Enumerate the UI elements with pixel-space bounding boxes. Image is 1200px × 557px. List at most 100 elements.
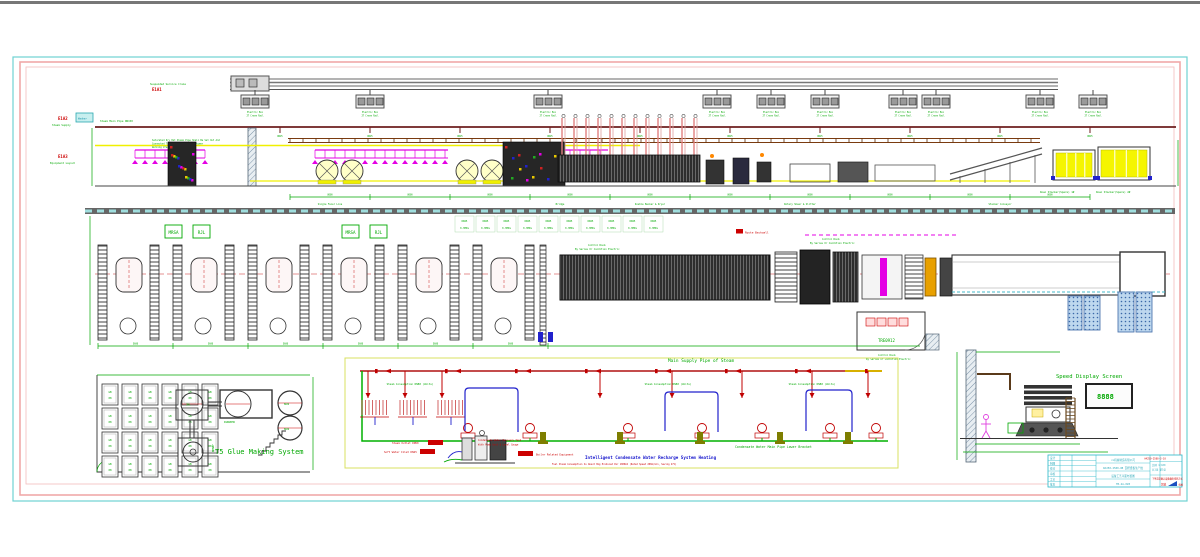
hanger-unit: Electric Box2T Crane Rail — [889, 90, 917, 118]
table-cell: 0.3MPa — [523, 227, 532, 230]
condensate-pump — [523, 424, 537, 442]
mrs-box: MRSA — [342, 225, 359, 238]
title-block-role: 设计 — [1050, 456, 1056, 460]
building-column — [248, 128, 256, 186]
hanger-unit: Electric Box2T Crane Rail — [1079, 90, 1107, 118]
hanger-label: 2T Crane Rail — [361, 115, 379, 118]
table-cell: 0.3MPa — [628, 227, 637, 230]
drawing-number: A4250-2500-3-10 — [1144, 458, 1166, 461]
bracket-foot — [775, 441, 785, 444]
glue-pallet-cell: GB08 — [122, 408, 138, 429]
mrs-box-label: RJL — [375, 230, 383, 235]
title-block-role: 审核 — [1050, 472, 1056, 476]
cell-label: GB — [168, 390, 172, 394]
title-block-warning: 下单前请确认设备最终排列方式 — [1152, 477, 1183, 481]
table-cell: DN25 — [567, 220, 573, 223]
callout-boiler: Boiler Related Equipment — [536, 453, 574, 457]
glue-pallet-cell: GB08 — [102, 456, 118, 477]
dry-end-plan — [775, 250, 952, 304]
cell-label: GB — [108, 438, 112, 442]
steam-tick: DN25 — [817, 127, 823, 138]
steam-tick-label: DN25 — [277, 135, 283, 138]
condensate-pump — [823, 424, 837, 442]
stacker-cross-section — [1016, 385, 1078, 436]
steam-tick-label: DN25 — [547, 135, 553, 138]
pipe-bracket — [777, 432, 783, 441]
steam-tick: DN25 — [277, 127, 283, 138]
dim-value: 5600 — [208, 343, 214, 346]
mrs-box: RJL — [370, 225, 387, 238]
pipe-fitting — [515, 369, 518, 373]
condensate-label: Condensate Water Main Pipe Lower Bracket — [735, 445, 812, 449]
pallet — [1068, 296, 1082, 330]
cell-label: GB — [128, 438, 132, 442]
hanger-unit: Electric Box2T Crane Rail — [1026, 90, 1054, 118]
arrowhead — [440, 393, 445, 398]
dim-value: 8000 — [1047, 194, 1053, 197]
cell-label: 08 — [168, 396, 172, 400]
cell-label: 08 — [188, 396, 192, 400]
flow-arrow — [805, 369, 811, 373]
pipe-bracket — [697, 432, 703, 441]
steam-tick-label: DN25 — [907, 135, 913, 138]
mrs-label-boxes: MRSARJLMRSARJL — [165, 225, 387, 238]
cell-label: GB — [148, 414, 152, 418]
pipe-bracket — [617, 432, 623, 441]
steam-main-label: Steam Main Pipe DN150 — [100, 119, 133, 123]
steam-tick: DN25 — [367, 127, 373, 138]
glue-storage-a: NCN — [284, 402, 289, 406]
table-cell: DN25 — [483, 220, 489, 223]
corrugator-block-plan — [560, 255, 770, 300]
consumption-label: Steam Consumption DN80 (Units) — [789, 382, 836, 386]
cell-label: 08 — [108, 444, 112, 448]
dim-value: 8000 — [567, 194, 573, 197]
cell-label: 08 — [128, 420, 132, 424]
title-block-role: 批准 — [1050, 483, 1056, 487]
table-cell: DN25 — [546, 220, 552, 223]
mrs-box: RJL — [193, 225, 210, 238]
radiator-comb — [360, 400, 389, 425]
cell-label: 08 — [208, 468, 212, 472]
flow-arrow — [385, 369, 391, 373]
hanger-label: 2T Crane Rail — [762, 115, 780, 118]
section-label: Single Facer Line — [318, 203, 343, 206]
title-block-role: 制图 — [1050, 461, 1056, 465]
overhead-truss — [288, 139, 1040, 143]
hanger-unit: Electric Box2T Crane Rail — [241, 90, 269, 118]
stacker-pallets-plan — [1068, 292, 1152, 332]
pipe-fitting — [795, 369, 798, 373]
table-cell: 0.3MPa — [586, 227, 595, 230]
flow-arrow — [735, 369, 741, 373]
bracket-foot — [695, 441, 705, 444]
title-block: 设计制图校对审核工艺批准××机械制造有限公司WJ250-2500-ⅡB 瓦楞纸板… — [1048, 455, 1184, 487]
cell-label: 08 — [188, 468, 192, 472]
table-cell: DN25 — [462, 220, 468, 223]
roller-bar — [1024, 402, 1072, 406]
cell-label: GB — [128, 390, 132, 394]
single-facer-block — [168, 142, 196, 186]
flow-arrow — [665, 369, 671, 373]
roll-stand-plan — [473, 245, 534, 340]
hanger-unit: Electric Box2T Crane Rail — [534, 90, 562, 118]
cell-label: GB — [148, 390, 152, 394]
table-cell: DN25 — [588, 220, 594, 223]
roll-stand-plan — [98, 245, 159, 340]
steam-supply-label: Steam Supply — [52, 123, 71, 127]
dim-value: 8000 — [967, 194, 973, 197]
condensate-jumper-pipe — [806, 390, 852, 432]
control-box-plan — [857, 312, 939, 350]
cell-label: GB — [108, 390, 112, 394]
pipe-fitting — [725, 369, 728, 373]
dim-value: 8000 — [727, 194, 733, 197]
steam-tick-label: DN25 — [457, 135, 463, 138]
hanger-label: 2T Crane Rail — [246, 115, 264, 118]
hanger-unit: Electric Box2T Crane Rail — [922, 90, 950, 118]
roll-stands-plan — [98, 245, 553, 345]
glue-making-system: GB08GB08GB08GB08GB08GB08GB08GB08GB08GB08… — [97, 375, 313, 477]
route-note: Route Backwall — [745, 231, 769, 235]
arrowhead — [670, 393, 675, 398]
exit-conveyor-plan — [952, 252, 1165, 296]
cell-label: GB — [208, 462, 212, 466]
glue-pallet-cell: GB08 — [182, 384, 198, 405]
roll-stand-plan — [398, 245, 459, 340]
